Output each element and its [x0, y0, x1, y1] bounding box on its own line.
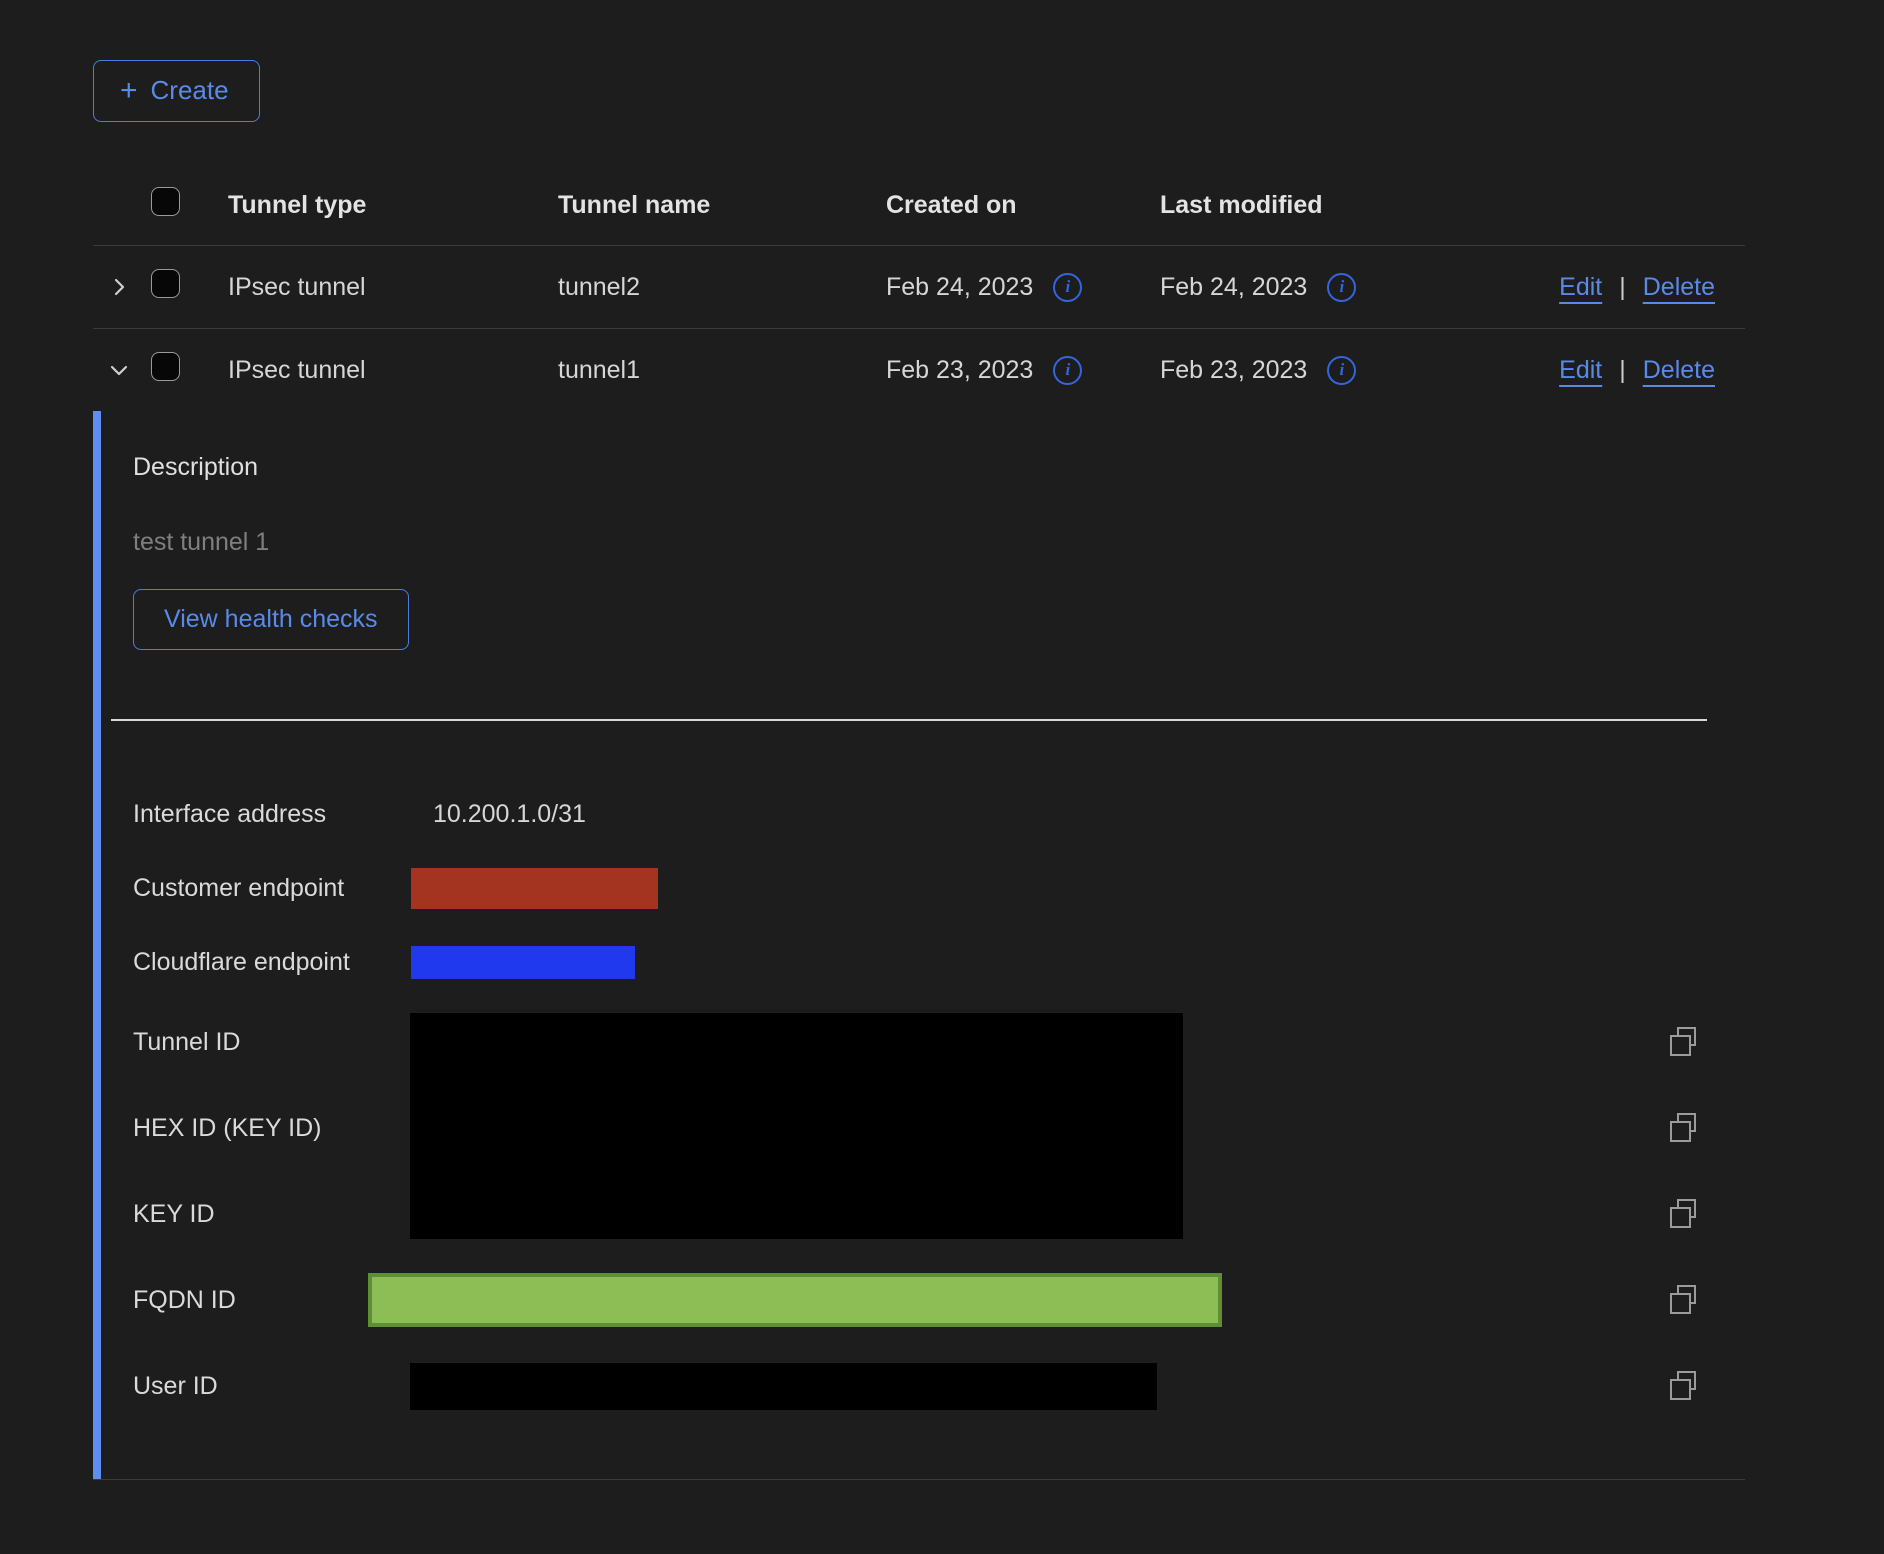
copy-icon[interactable]	[1668, 1371, 1698, 1401]
tunnel-detail-panel: Description test tunnel 1 View health ch…	[93, 411, 1745, 1479]
tunnel-detail-fields: Interface address 10.200.1.0/31 Customer…	[133, 777, 1745, 1429]
last-modified-cell: Feb 23, 2023	[1160, 356, 1307, 385]
cloudflare-endpoint-label: Cloudflare endpoint	[133, 948, 410, 977]
actions-separator: |	[1619, 273, 1626, 302]
create-button-label: Create	[151, 75, 229, 106]
copy-icon[interactable]	[1668, 1027, 1698, 1057]
hex-id-row: HEX ID (KEY ID)	[133, 1085, 1745, 1171]
header-tunnel-name: Tunnel name	[558, 191, 886, 220]
customer-endpoint-redacted-value	[411, 868, 658, 909]
panel-divider	[111, 719, 1707, 721]
interface-address-label: Interface address	[133, 800, 410, 829]
fqdn-id-redacted-value	[368, 1273, 1222, 1327]
delete-link[interactable]: Delete	[1643, 273, 1715, 302]
collapse-row-button[interactable]	[103, 354, 135, 386]
table-row: IPsec tunnel tunnel2 Feb 24, 2023 i Feb …	[93, 246, 1745, 328]
created-on-cell: Feb 24, 2023	[886, 273, 1033, 302]
copy-icon[interactable]	[1668, 1285, 1698, 1315]
row-checkbox[interactable]	[151, 352, 180, 381]
user-id-label: User ID	[133, 1372, 410, 1401]
copy-icon[interactable]	[1668, 1199, 1698, 1229]
copy-icon[interactable]	[1668, 1113, 1698, 1143]
edit-link[interactable]: Edit	[1559, 356, 1602, 385]
key-id-row: KEY ID	[133, 1171, 1745, 1257]
header-last-modified: Last modified	[1160, 191, 1434, 220]
plus-icon: +	[120, 76, 138, 106]
tunnels-page: + Create Tunnel type Tunnel name Created…	[0, 0, 1884, 1554]
cloudflare-endpoint-row: Cloudflare endpoint	[133, 925, 1745, 999]
fqdn-id-row: FQDN ID	[133, 1257, 1745, 1343]
chevron-down-icon	[107, 358, 131, 382]
select-all-checkbox[interactable]	[151, 187, 180, 216]
info-icon[interactable]: i	[1327, 273, 1356, 302]
create-button[interactable]: + Create	[93, 60, 260, 122]
last-modified-cell: Feb 24, 2023	[1160, 273, 1307, 302]
tunnel-name-cell: tunnel1	[558, 356, 886, 385]
tunnels-table: Tunnel type Tunnel name Created on Last …	[93, 165, 1745, 1480]
header-created-on: Created on	[886, 191, 1160, 220]
info-icon[interactable]: i	[1053, 356, 1082, 385]
info-icon[interactable]: i	[1053, 273, 1082, 302]
tunnel-type-cell: IPsec tunnel	[228, 273, 558, 302]
description-label: Description	[133, 453, 1745, 482]
cloudflare-endpoint-redacted-value	[411, 946, 635, 979]
table-header-row: Tunnel type Tunnel name Created on Last …	[93, 165, 1745, 246]
tunnel-id-row: Tunnel ID	[133, 999, 1745, 1085]
interface-address-row: Interface address 10.200.1.0/31	[133, 777, 1745, 851]
header-tunnel-type: Tunnel type	[228, 191, 558, 220]
table-row: IPsec tunnel tunnel1 Feb 23, 2023 i Feb …	[93, 329, 1745, 411]
view-health-checks-button[interactable]: View health checks	[133, 589, 409, 650]
customer-endpoint-label: Customer endpoint	[133, 874, 410, 903]
info-icon[interactable]: i	[1327, 356, 1356, 385]
expand-row-button[interactable]	[103, 271, 135, 303]
row-checkbox[interactable]	[151, 269, 180, 298]
chevron-right-icon	[107, 275, 131, 299]
tunnel-name-cell: tunnel2	[558, 273, 886, 302]
table-bottom-divider	[93, 1479, 1745, 1480]
key-id-label: KEY ID	[133, 1200, 410, 1229]
user-id-redacted-value	[410, 1363, 1157, 1410]
hex-id-label: HEX ID (KEY ID)	[133, 1114, 410, 1143]
description-value: test tunnel 1	[133, 528, 1745, 557]
actions-separator: |	[1619, 356, 1626, 385]
created-on-cell: Feb 23, 2023	[886, 356, 1033, 385]
id-fields-group: Tunnel ID HEX ID (KEY ID) KEY ID	[133, 999, 1745, 1257]
user-id-row: User ID	[133, 1343, 1745, 1429]
delete-link[interactable]: Delete	[1643, 356, 1715, 385]
interface-address-value: 10.200.1.0/31	[433, 800, 586, 829]
customer-endpoint-row: Customer endpoint	[133, 851, 1745, 925]
tunnel-id-label: Tunnel ID	[133, 1028, 410, 1057]
edit-link[interactable]: Edit	[1559, 273, 1602, 302]
tunnel-type-cell: IPsec tunnel	[228, 356, 558, 385]
